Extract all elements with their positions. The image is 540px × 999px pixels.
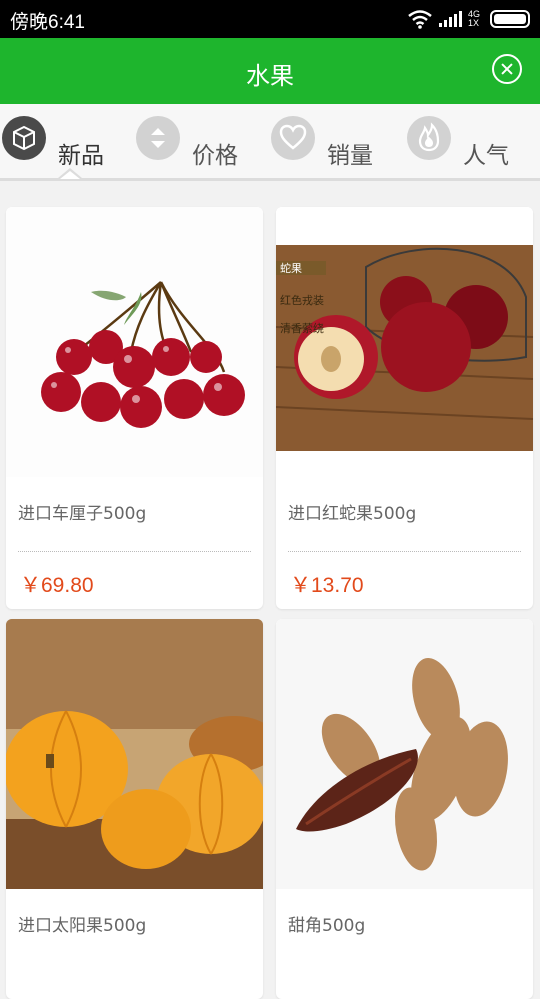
divider	[288, 551, 521, 552]
network-type: 4G 1X	[467, 9, 480, 28]
product-name: 进口车厘子500g	[18, 504, 147, 524]
tab-popularity[interactable]: 人气	[407, 104, 532, 178]
tab-new[interactable]: 新品	[2, 104, 122, 179]
product-card[interactable]: 蛇果 红色戎装 清香萦绕 进口红蛇果500g ￥13.70	[276, 207, 533, 609]
product-image-cherries	[6, 207, 263, 477]
product-card[interactable]: 甜角500g	[276, 619, 533, 999]
flame-icon	[407, 116, 451, 160]
close-icon[interactable]	[492, 54, 522, 84]
tab-sales[interactable]: 销量	[271, 104, 391, 178]
product-image-pumpkins	[6, 619, 263, 889]
battery-icon	[490, 10, 530, 28]
tab-price-label: 价格	[192, 143, 238, 169]
status-time: 傍晚6:41	[10, 12, 85, 33]
product-name: 进口太阳果500g	[18, 916, 147, 936]
tab-popularity-label: 人气	[463, 143, 509, 169]
heart-icon	[271, 116, 315, 160]
tab-sales-label: 销量	[327, 143, 373, 169]
product-image-tamarind	[276, 619, 533, 889]
product-price: ￥13.70	[290, 574, 364, 597]
status-bar: 傍晚6:41 4G 1X	[0, 0, 540, 38]
wifi-icon	[408, 10, 432, 29]
svg-text:清香萦绕: 清香萦绕	[280, 322, 324, 335]
product-price: ￥69.80	[20, 574, 94, 597]
product-name: 进口红蛇果500g	[288, 504, 417, 524]
tab-price[interactable]: 价格	[136, 104, 256, 178]
sort-arrows-icon	[136, 116, 180, 160]
sort-tabs: 新品 价格 销量 人气	[0, 104, 540, 181]
signal-icon	[438, 11, 462, 27]
svg-text:蛇果: 蛇果	[280, 261, 302, 275]
page-title: 水果	[246, 62, 294, 90]
app-header: 水果	[0, 38, 540, 104]
product-name: 甜角500g	[288, 916, 366, 936]
product-image-apples: 蛇果 红色戎装 清香萦绕	[276, 207, 533, 477]
product-card[interactable]: 进口太阳果500g	[6, 619, 263, 999]
product-card[interactable]: 进口车厘子500g ￥69.80	[6, 207, 263, 609]
tab-new-label: 新品	[58, 143, 104, 169]
svg-text:红色戎装: 红色戎装	[280, 293, 324, 307]
divider	[18, 551, 251, 552]
box-icon	[2, 116, 46, 160]
active-tab-indicator	[58, 168, 82, 179]
status-icons: 4G 1X	[407, 8, 530, 30]
